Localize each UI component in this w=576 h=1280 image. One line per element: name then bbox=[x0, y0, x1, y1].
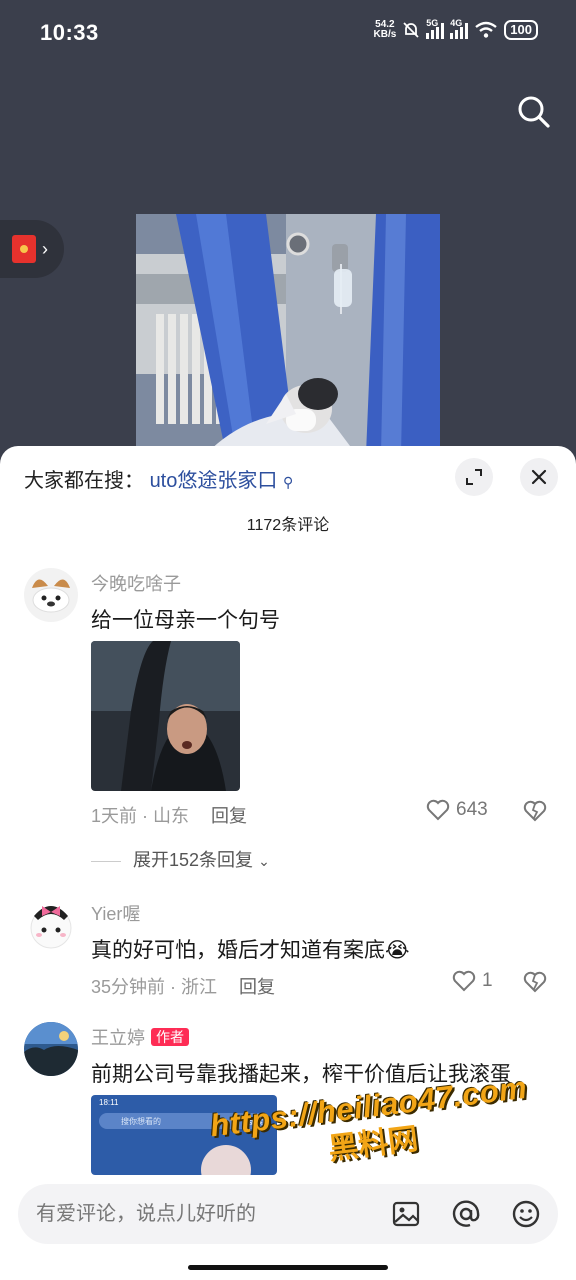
hot-search-prefix: 大家都在搜： bbox=[24, 470, 144, 492]
status-time: 10:33 bbox=[40, 20, 99, 45]
avatar[interactable] bbox=[24, 898, 78, 952]
battery-indicator: 100 bbox=[504, 20, 538, 40]
image-icon[interactable] bbox=[390, 1198, 422, 1230]
expand-button[interactable] bbox=[455, 458, 493, 496]
comment-username[interactable]: Yier喔 bbox=[91, 900, 140, 926]
reply-button[interactable]: 回复 bbox=[239, 977, 275, 997]
comment-text: 给一位母亲一个句号 bbox=[91, 609, 280, 632]
status-bar: 10:33 54.2 KB/s 5G 4G 100 bbox=[0, 0, 576, 66]
expand-icon bbox=[466, 469, 482, 485]
emoji-icon[interactable] bbox=[510, 1198, 542, 1230]
hot-search-keyword[interactable]: uto悠途张家口 bbox=[150, 470, 278, 492]
close-icon bbox=[531, 469, 547, 485]
heart-icon bbox=[452, 970, 476, 992]
close-button[interactable] bbox=[520, 458, 558, 496]
mention-icon[interactable] bbox=[450, 1198, 482, 1230]
small-search-icon: ⚲ bbox=[282, 474, 294, 490]
comment-input-bar bbox=[18, 1184, 558, 1244]
network-speed: 54.2 KB/s bbox=[373, 19, 397, 40]
expand-replies-button[interactable]: 展开152条回复 ⌄ bbox=[91, 846, 270, 872]
home-indicator[interactable] bbox=[188, 1265, 388, 1270]
comment-text: 真的好可怕，婚后才知道有案底😭 bbox=[91, 939, 410, 962]
comment-meta: 35分钟前 · 浙江 回复 bbox=[91, 977, 276, 997]
divider bbox=[91, 860, 121, 862]
comment-username[interactable]: 今晚吃啥子 bbox=[91, 570, 181, 596]
comments-sheet: 大家都在搜： uto悠途张家口 ⚲ 1172条评论 今晚吃啥子 给一位母亲一个句… bbox=[0, 446, 576, 1280]
signal-4g-icon: 4G bbox=[450, 18, 469, 39]
comment-count: 1172条评论 bbox=[246, 517, 330, 534]
wifi-icon bbox=[475, 21, 498, 38]
like-button[interactable]: 1 bbox=[452, 970, 493, 992]
video-frame[interactable] bbox=[136, 214, 440, 454]
heart-icon bbox=[426, 799, 450, 821]
chevron-right-icon: › bbox=[42, 239, 48, 259]
avatar[interactable] bbox=[24, 1022, 78, 1076]
search-icon[interactable] bbox=[514, 92, 554, 132]
red-packet-tab[interactable]: › bbox=[0, 220, 64, 278]
comment-username[interactable]: 王立婷 作者 bbox=[91, 1024, 189, 1050]
avatar[interactable] bbox=[24, 568, 78, 622]
comment-image[interactable] bbox=[91, 641, 240, 791]
comment-meta: 1天前 · 山东 回复 bbox=[91, 806, 248, 826]
video-thumbnail-image bbox=[136, 214, 440, 454]
chevron-down-icon: ⌄ bbox=[258, 853, 270, 869]
comment-input[interactable] bbox=[36, 1198, 366, 1230]
reply-button[interactable]: 回复 bbox=[211, 806, 247, 826]
mute-bell-icon bbox=[403, 22, 419, 38]
dislike-icon[interactable] bbox=[523, 971, 547, 993]
status-icons: 54.2 KB/s 5G 4G 100 bbox=[373, 18, 538, 40]
hot-search-bar[interactable]: 大家都在搜： uto悠途张家口 ⚲ bbox=[24, 464, 293, 493]
signal-5g-icon: 5G bbox=[426, 18, 445, 39]
like-button[interactable]: 643 bbox=[426, 799, 488, 821]
author-badge: 作者 bbox=[151, 1028, 189, 1046]
dislike-icon[interactable] bbox=[523, 800, 547, 822]
red-envelope-icon bbox=[12, 235, 36, 263]
